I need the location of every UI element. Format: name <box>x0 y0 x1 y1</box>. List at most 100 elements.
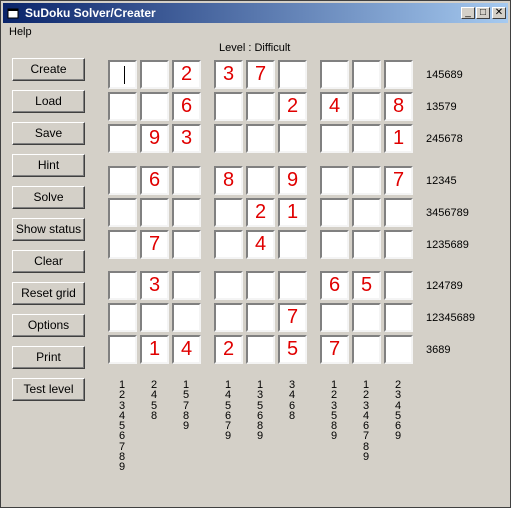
sudoku-cell[interactable] <box>352 230 381 259</box>
sudoku-cell[interactable]: 4 <box>320 92 349 121</box>
sudoku-cell[interactable] <box>352 303 381 332</box>
clear-button[interactable]: Clear <box>12 250 85 273</box>
load-button[interactable]: Load <box>12 90 85 113</box>
sudoku-cell[interactable]: 9 <box>278 166 307 195</box>
sudoku-cell[interactable]: 3 <box>172 124 201 153</box>
sudoku-cell[interactable] <box>108 124 137 153</box>
sudoku-cell[interactable]: 7 <box>320 335 349 364</box>
sudoku-cell[interactable] <box>278 271 307 300</box>
sudoku-cell[interactable]: 9 <box>140 124 169 153</box>
sudoku-cell[interactable]: 7 <box>384 166 413 195</box>
maximize-button[interactable]: □ <box>476 7 490 19</box>
sudoku-cell[interactable] <box>140 60 169 89</box>
sudoku-cell[interactable] <box>352 92 381 121</box>
sudoku-cell[interactable]: 1 <box>278 198 307 227</box>
options-button[interactable]: Options <box>12 314 85 337</box>
sudoku-cell[interactable] <box>384 335 413 364</box>
sudoku-cell[interactable] <box>108 271 137 300</box>
sudoku-cell[interactable]: 5 <box>352 271 381 300</box>
save-button[interactable]: Save <box>12 122 85 145</box>
sudoku-cell[interactable] <box>214 198 243 227</box>
menu-help[interactable]: Help <box>9 26 32 38</box>
sudoku-cell[interactable] <box>320 230 349 259</box>
sudoku-cell[interactable] <box>320 166 349 195</box>
sudoku-cell[interactable] <box>384 230 413 259</box>
sudoku-cell[interactable]: 1 <box>384 124 413 153</box>
sudoku-cell[interactable]: 1 <box>140 335 169 364</box>
sudoku-cell[interactable] <box>172 198 201 227</box>
sudoku-cell[interactable]: 3 <box>140 271 169 300</box>
print-button[interactable]: Print <box>12 346 85 369</box>
sudoku-cell[interactable] <box>140 303 169 332</box>
sudoku-cell[interactable] <box>214 92 243 121</box>
sudoku-cell[interactable] <box>352 166 381 195</box>
sudoku-cell[interactable] <box>246 303 275 332</box>
sudoku-cell[interactable] <box>384 271 413 300</box>
sudoku-cell[interactable] <box>352 124 381 153</box>
sudoku-cell[interactable] <box>320 198 349 227</box>
sudoku-cell[interactable] <box>246 124 275 153</box>
grid-box: 67 <box>108 166 204 262</box>
reset-grid-button[interactable]: Reset grid <box>12 282 85 305</box>
sudoku-cell[interactable]: 7 <box>140 230 169 259</box>
sudoku-cell[interactable]: 6 <box>320 271 349 300</box>
sudoku-cell[interactable] <box>214 303 243 332</box>
sudoku-cell[interactable] <box>278 124 307 153</box>
sudoku-cell[interactable] <box>278 60 307 89</box>
sudoku-cell[interactable]: 2 <box>246 198 275 227</box>
sudoku-cell[interactable] <box>320 60 349 89</box>
sudoku-cell[interactable]: 6 <box>140 166 169 195</box>
sudoku-cell[interactable]: 3 <box>214 60 243 89</box>
sudoku-cell[interactable] <box>108 92 137 121</box>
sudoku-cell[interactable] <box>352 198 381 227</box>
sudoku-cell[interactable] <box>108 198 137 227</box>
sudoku-cell[interactable]: 7 <box>278 303 307 332</box>
sudoku-cell[interactable] <box>384 60 413 89</box>
sudoku-cell[interactable] <box>352 60 381 89</box>
sudoku-cell[interactable]: 2 <box>172 60 201 89</box>
sudoku-cell[interactable] <box>384 303 413 332</box>
sudoku-cell[interactable] <box>246 271 275 300</box>
sudoku-cell[interactable] <box>108 230 137 259</box>
sudoku-cell[interactable] <box>246 166 275 195</box>
column-candidate-label: 145679 <box>224 379 232 443</box>
sudoku-cell[interactable] <box>172 166 201 195</box>
sudoku-cell[interactable] <box>172 303 201 332</box>
sudoku-cell[interactable] <box>320 124 349 153</box>
sudoku-cell[interactable] <box>108 303 137 332</box>
sudoku-cell[interactable] <box>108 335 137 364</box>
sudoku-cell[interactable]: 2 <box>278 92 307 121</box>
close-button[interactable]: ✕ <box>492 7 506 19</box>
create-button[interactable]: Create <box>12 58 85 81</box>
sudoku-cell[interactable] <box>214 271 243 300</box>
sudoku-cell[interactable] <box>140 92 169 121</box>
sudoku-cell[interactable]: 6 <box>172 92 201 121</box>
sudoku-cell[interactable] <box>278 230 307 259</box>
title-bar[interactable]: SuDoku Solver/Creater _ □ ✕ <box>3 3 508 23</box>
sudoku-cell[interactable] <box>352 335 381 364</box>
sudoku-cell[interactable] <box>214 124 243 153</box>
column-candidate-label: 12346789 <box>362 379 370 464</box>
sudoku-cell[interactable]: 8 <box>384 92 413 121</box>
sudoku-cell[interactable] <box>246 335 275 364</box>
sudoku-cell[interactable] <box>172 230 201 259</box>
sudoku-cell[interactable]: 8 <box>214 166 243 195</box>
sudoku-cell[interactable] <box>214 230 243 259</box>
sudoku-cell[interactable]: 2 <box>214 335 243 364</box>
sudoku-cell[interactable] <box>140 198 169 227</box>
sudoku-cell[interactable] <box>320 303 349 332</box>
sudoku-cell[interactable] <box>172 271 201 300</box>
hint-button[interactable]: Hint <box>12 154 85 177</box>
sudoku-cell[interactable]: 7 <box>246 60 275 89</box>
show-status-button[interactable]: Show status <box>12 218 85 241</box>
sudoku-cell[interactable] <box>108 166 137 195</box>
sudoku-cell[interactable] <box>108 60 137 89</box>
minimize-button[interactable]: _ <box>461 7 475 19</box>
sudoku-cell[interactable]: 4 <box>172 335 201 364</box>
sudoku-cell[interactable]: 4 <box>246 230 275 259</box>
test-level-button[interactable]: Test level <box>12 378 85 401</box>
sudoku-cell[interactable] <box>246 92 275 121</box>
sudoku-cell[interactable]: 5 <box>278 335 307 364</box>
sudoku-cell[interactable] <box>384 198 413 227</box>
solve-button[interactable]: Solve <box>12 186 85 209</box>
